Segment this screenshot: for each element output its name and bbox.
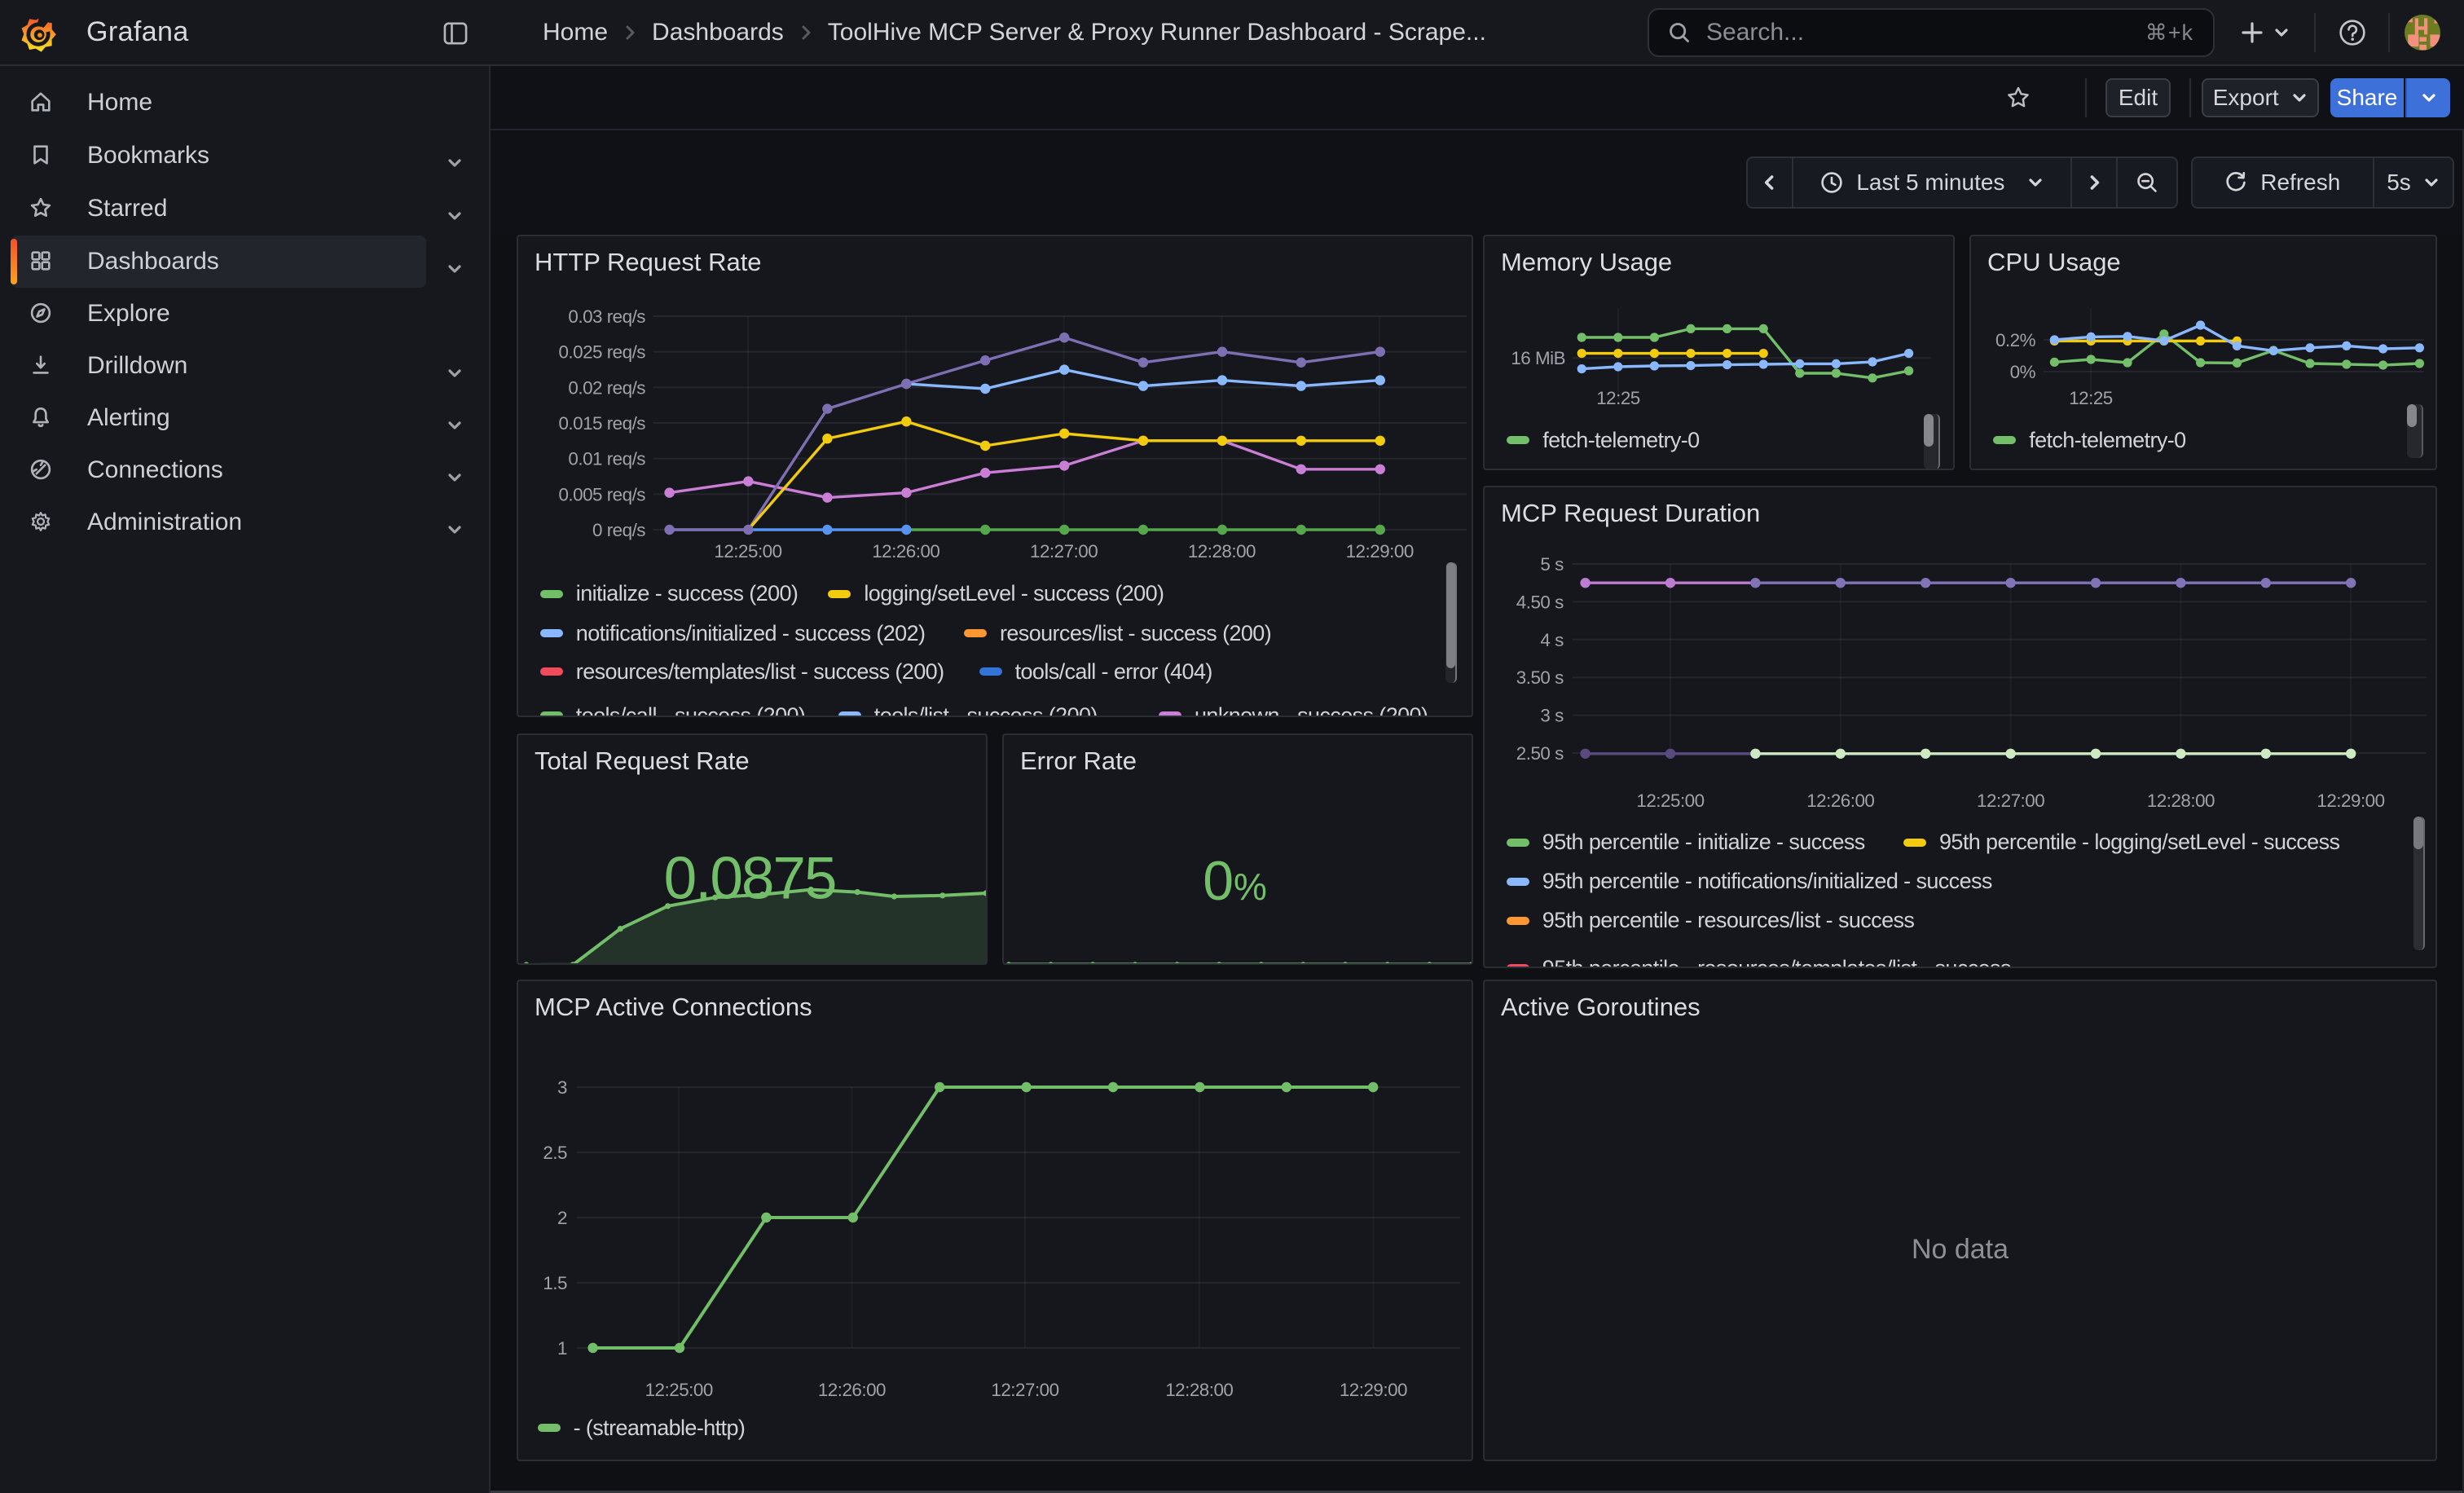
svg-text:3: 3 [557,1077,567,1098]
svg-text:0.02 req/s: 0.02 req/s [568,377,645,398]
svg-text:12:25: 12:25 [2069,388,2113,408]
svg-text:5 s: 5 s [1540,554,1564,575]
svg-text:3 s: 3 s [1540,706,1564,726]
svg-text:12:27:00: 12:27:00 [1030,541,1098,562]
svg-text:12:26:00: 12:26:00 [818,1380,886,1400]
svg-text:12:27:00: 12:27:00 [1977,791,2044,811]
svg-text:0.015 req/s: 0.015 req/s [558,413,645,434]
svg-text:0 req/s: 0 req/s [592,520,645,540]
svg-text:0.025 req/s: 0.025 req/s [558,342,645,363]
svg-text:0.03 req/s: 0.03 req/s [568,306,645,327]
svg-text:12:25:00: 12:25:00 [645,1380,713,1400]
svg-text:2: 2 [557,1208,567,1228]
svg-text:12:28:00: 12:28:00 [1165,1380,1233,1400]
svg-text:0%: 0% [2010,362,2036,382]
svg-text:12:28:00: 12:28:00 [2147,791,2215,811]
svg-text:12:29:00: 12:29:00 [1340,1380,1407,1400]
svg-text:12:29:00: 12:29:00 [2317,791,2384,811]
svg-text:12:25:00: 12:25:00 [1636,791,1704,811]
svg-text:1: 1 [557,1338,567,1359]
svg-text:2.5: 2.5 [543,1143,567,1163]
svg-text:0.01 req/s: 0.01 req/s [568,449,645,469]
svg-text:12:28:00: 12:28:00 [1188,541,1256,562]
svg-text:0.005 req/s: 0.005 req/s [558,484,645,504]
svg-text:12:26:00: 12:26:00 [872,541,939,562]
svg-text:12:25:00: 12:25:00 [714,541,781,562]
svg-text:12:29:00: 12:29:00 [1346,541,1414,562]
svg-text:12:25: 12:25 [1596,388,1640,408]
svg-text:2.50 s: 2.50 s [1516,743,1564,764]
svg-text:0.2%: 0.2% [1995,330,2036,350]
svg-text:4.50 s: 4.50 s [1516,592,1564,612]
svg-text:4 s: 4 s [1540,630,1564,650]
svg-text:3.50 s: 3.50 s [1516,667,1564,688]
svg-text:12:27:00: 12:27:00 [991,1380,1058,1400]
svg-text:1.5: 1.5 [543,1273,567,1293]
svg-text:16 MiB: 16 MiB [1511,348,1565,368]
svg-text:12:26:00: 12:26:00 [1806,791,1874,811]
